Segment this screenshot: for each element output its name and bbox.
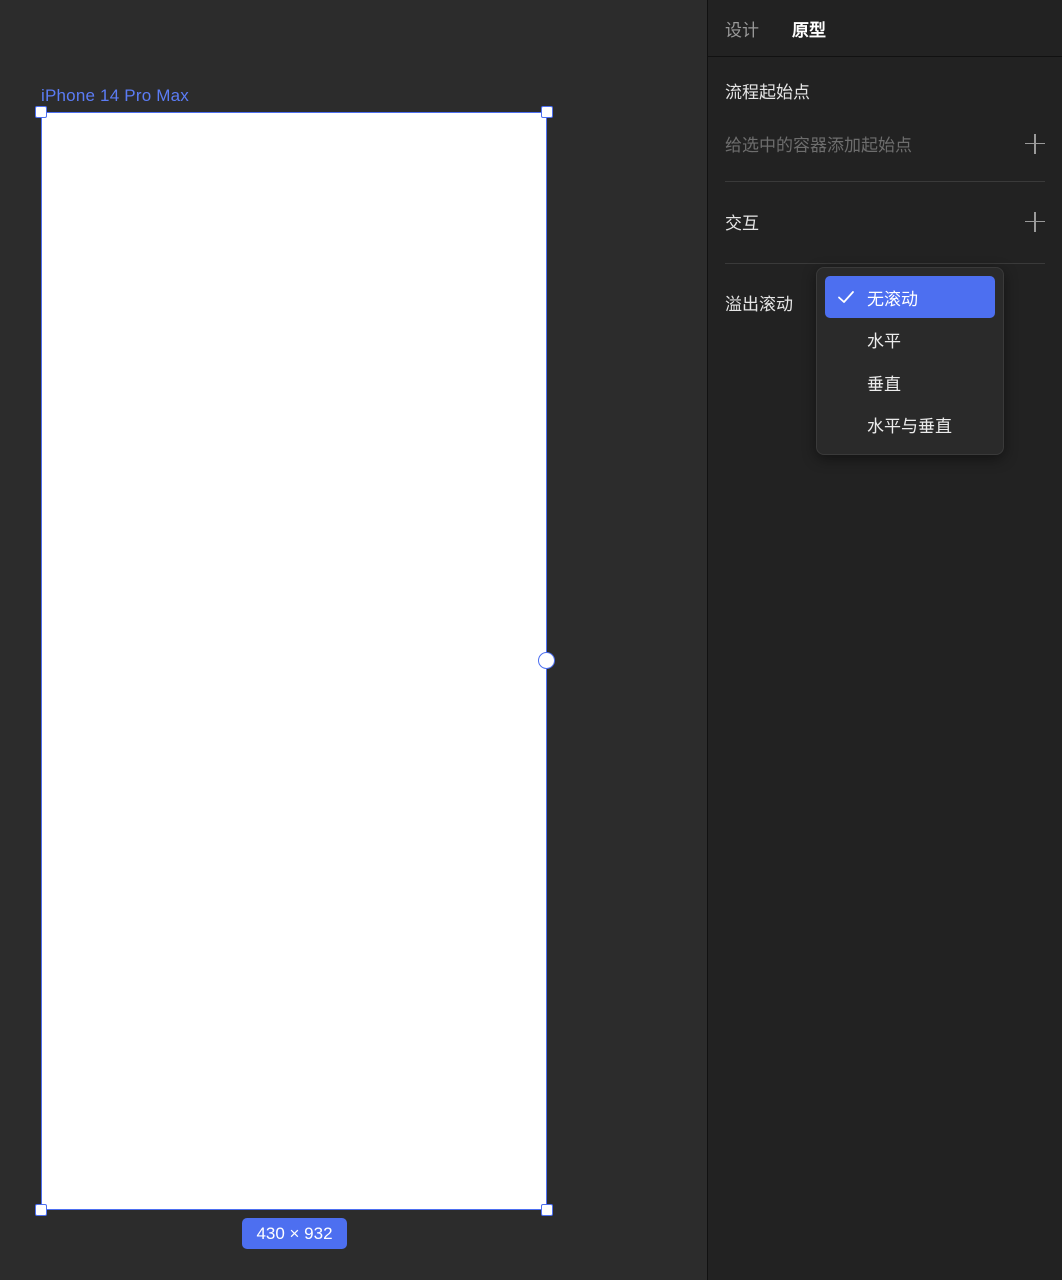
flow-start-hint: 给选中的容器添加起始点 — [725, 136, 912, 156]
resize-handle-bottom-left[interactable] — [35, 1204, 47, 1216]
overflow-option-label: 无滚动 — [867, 289, 918, 310]
overflow-option-label: 水平 — [867, 332, 901, 352]
frame-label[interactable]: iPhone 14 Pro Max — [41, 86, 189, 106]
design-canvas[interactable]: iPhone 14 Pro Max 430 × 932 — [0, 0, 707, 1280]
iphone-frame[interactable] — [41, 112, 547, 1210]
resize-handle-top-left[interactable] — [35, 106, 47, 118]
resize-handle-bottom-right[interactable] — [541, 1204, 553, 1216]
overflow-option-horizontal[interactable]: 水平 — [825, 319, 995, 361]
prototype-connection-handle[interactable] — [538, 652, 555, 669]
checkmark-icon — [838, 291, 854, 303]
divider — [725, 181, 1045, 182]
tab-prototype[interactable]: 原型 — [792, 16, 826, 41]
panel-tabs: 设计 原型 — [708, 0, 1062, 57]
overflow-option-label: 垂直 — [867, 374, 901, 395]
overflow-option-vertical[interactable]: 垂直 — [825, 361, 995, 403]
overflow-option-label: 水平与垂直 — [867, 417, 952, 437]
divider — [725, 263, 1045, 264]
flow-start-section: 流程起始点 — [725, 78, 1045, 103]
flow-start-title: 流程起始点 — [725, 83, 810, 103]
overflow-dropdown-menu: 无滚动 水平 垂直 水平与垂直 — [816, 267, 1004, 455]
add-interaction-plus-icon[interactable] — [1025, 211, 1045, 232]
overflow-option-both[interactable]: 水平与垂直 — [825, 404, 995, 446]
interaction-title: 交互 — [725, 214, 759, 234]
flow-start-row: 给选中的容器添加起始点 — [725, 131, 1045, 156]
interaction-row: 交互 — [725, 209, 1045, 234]
tab-design[interactable]: 设计 — [725, 16, 759, 41]
resize-handle-top-right[interactable] — [541, 106, 553, 118]
properties-panel: 设计 原型 流程起始点 给选中的容器添加起始点 交互 溢出滚动 — [707, 0, 1062, 1280]
add-flow-start-plus-icon[interactable] — [1025, 133, 1045, 154]
overflow-option-none[interactable]: 无滚动 — [825, 276, 995, 318]
dimension-badge: 430 × 932 — [242, 1218, 347, 1249]
